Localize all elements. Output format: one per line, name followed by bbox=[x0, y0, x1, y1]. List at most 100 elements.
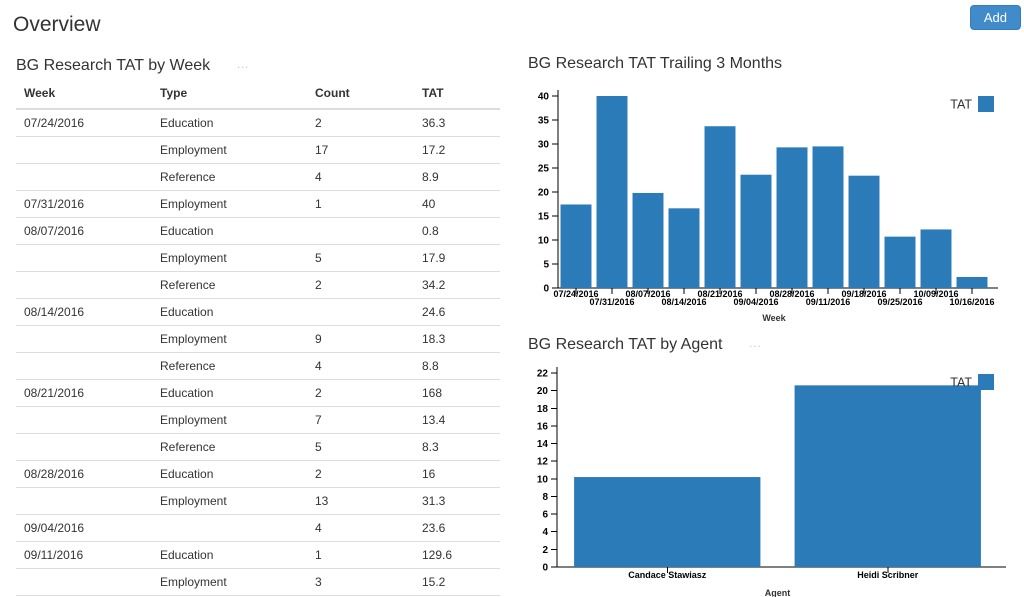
tat-trailing-chart: 051015202530354007/24/201607/31/201608/0… bbox=[538, 90, 998, 323]
tat-by-week-title-text: BG Research TAT by Week bbox=[16, 57, 211, 74]
table-row: Employment 3 15.2 bbox=[16, 568, 500, 596]
legend-swatch-icon[interactable] bbox=[978, 374, 994, 390]
table-row: Employment 5 17.9 bbox=[16, 244, 500, 272]
cell-week bbox=[16, 163, 152, 191]
page-title: Overview bbox=[13, 13, 101, 36]
table-row: 08/14/2016 Education 24.6 bbox=[16, 298, 500, 326]
col-header-week: Week bbox=[16, 78, 152, 110]
tat-bar[interactable] bbox=[812, 146, 844, 288]
cell-type: Education bbox=[152, 460, 307, 488]
cell-tat: 40 bbox=[414, 190, 500, 218]
cell-week: 08/21/2016 bbox=[16, 379, 152, 407]
legend-label[interactable]: TAT bbox=[950, 98, 972, 112]
y-tick-label: 5 bbox=[543, 260, 549, 271]
cell-week bbox=[16, 352, 152, 380]
y-tick-label: 35 bbox=[538, 116, 550, 127]
legend-label[interactable]: TAT bbox=[950, 376, 972, 390]
panel-menu-icon[interactable]: … bbox=[236, 56, 250, 71]
cell-type bbox=[152, 514, 307, 542]
tat-bar[interactable] bbox=[632, 192, 664, 288]
tat-bar[interactable] bbox=[596, 96, 628, 288]
cell-tat: 16 bbox=[414, 460, 500, 488]
cell-type: Employment bbox=[152, 487, 307, 515]
cell-type: Reference bbox=[152, 352, 307, 380]
tat-by-week-table: Week Type Count TAT 07/24/2016 Education… bbox=[16, 78, 500, 597]
tat-bar[interactable] bbox=[704, 126, 736, 288]
panel-menu-icon[interactable]: … bbox=[748, 335, 762, 350]
tat-by-week-panel-title: BG Research TAT by Week … bbox=[16, 54, 250, 76]
cell-type: Education bbox=[152, 379, 307, 407]
cell-count bbox=[307, 298, 414, 326]
cell-count: 5 bbox=[307, 433, 414, 461]
cell-count: 9 bbox=[307, 325, 414, 353]
table-row: 07/31/2016 Employment 1 40 bbox=[16, 190, 500, 218]
table-row: 08/28/2016 Education 2 16 bbox=[16, 460, 500, 488]
cell-week bbox=[16, 136, 152, 164]
y-tick-label: 15 bbox=[538, 212, 550, 223]
cell-tat: 168 bbox=[414, 379, 500, 407]
tat-by-agent-chart: 0 2 4 6 8 10 12 14 16 18 20 22 Candace Stawiasz Heidi… bbox=[537, 367, 1006, 597]
tat-bar[interactable] bbox=[848, 175, 880, 288]
y-tick-label: 6 bbox=[542, 510, 548, 521]
cell-type: Reference bbox=[152, 433, 307, 461]
cell-count bbox=[307, 217, 414, 245]
cell-count: 13 bbox=[307, 487, 414, 515]
table-row: Employment 17 17.2 bbox=[16, 136, 500, 164]
x-axis-title: Week bbox=[762, 313, 786, 323]
cell-count: 1 bbox=[307, 190, 414, 218]
table-row: Reference 2 34.2 bbox=[16, 271, 500, 299]
y-tick-label: 16 bbox=[537, 421, 549, 432]
cell-count: 4 bbox=[307, 352, 414, 380]
cell-count: 7 bbox=[307, 406, 414, 434]
tat-bar[interactable] bbox=[794, 385, 981, 567]
col-header-type: Type bbox=[152, 78, 307, 110]
cell-week bbox=[16, 568, 152, 596]
tat-bar[interactable] bbox=[956, 276, 988, 288]
table-header-row: Week Type Count TAT bbox=[16, 78, 500, 110]
cell-week: 09/04/2016 bbox=[16, 514, 152, 542]
cell-type: Education bbox=[152, 108, 307, 137]
cell-tat: 36.3 bbox=[414, 108, 500, 137]
cell-tat: 13.4 bbox=[414, 406, 500, 434]
cell-week bbox=[16, 244, 152, 272]
legend-swatch-icon[interactable] bbox=[978, 96, 994, 112]
table-row: 09/04/2016 4 23.6 bbox=[16, 514, 500, 542]
tat-bar[interactable] bbox=[574, 477, 761, 567]
table-row: Employment 13 31.3 bbox=[16, 487, 500, 515]
tat-bar[interactable] bbox=[884, 236, 916, 288]
tat-bar[interactable] bbox=[776, 147, 808, 288]
cell-tat: 129.6 bbox=[414, 541, 500, 569]
y-tick-label: 14 bbox=[537, 439, 549, 450]
tat-bar[interactable] bbox=[560, 204, 592, 288]
cell-count: 2 bbox=[307, 460, 414, 488]
cell-count: 2 bbox=[307, 271, 414, 299]
y-tick-label: 18 bbox=[537, 404, 549, 415]
cell-week bbox=[16, 325, 152, 353]
cell-type: Employment bbox=[152, 190, 307, 218]
cell-count: 4 bbox=[307, 163, 414, 191]
x-axis-title: Agent bbox=[765, 588, 791, 597]
table-row: 09/11/2016 Education 1 129.6 bbox=[16, 541, 500, 569]
x-tick-label: Heidi Scribner bbox=[857, 570, 919, 580]
table-row: Employment 9 18.3 bbox=[16, 325, 500, 353]
table-row: 08/07/2016 Education 0.8 bbox=[16, 217, 500, 245]
y-tick-label: 20 bbox=[537, 386, 549, 397]
tat-bar[interactable] bbox=[740, 174, 772, 288]
table-row: 07/24/2016 Education 2 36.3 bbox=[16, 108, 500, 137]
y-tick-label: 22 bbox=[537, 369, 549, 380]
add-button[interactable]: Add bbox=[969, 5, 1021, 30]
table-row: Reference 4 8.9 bbox=[16, 163, 500, 191]
y-tick-label: 8 bbox=[542, 492, 548, 503]
y-tick-label: 40 bbox=[538, 92, 550, 103]
col-header-tat: TAT bbox=[414, 78, 500, 110]
x-tick-label: 10/16/2016 bbox=[949, 297, 994, 307]
cell-week bbox=[16, 271, 152, 299]
tat-bar[interactable] bbox=[920, 229, 952, 288]
y-tick-label: 20 bbox=[538, 188, 550, 199]
cell-week bbox=[16, 406, 152, 434]
cell-tat: 8.8 bbox=[414, 352, 500, 380]
y-tick-label: 0 bbox=[543, 284, 549, 295]
tat-bar[interactable] bbox=[668, 208, 700, 288]
y-tick-label: 30 bbox=[538, 140, 550, 151]
cell-tat: 15.2 bbox=[414, 568, 500, 596]
